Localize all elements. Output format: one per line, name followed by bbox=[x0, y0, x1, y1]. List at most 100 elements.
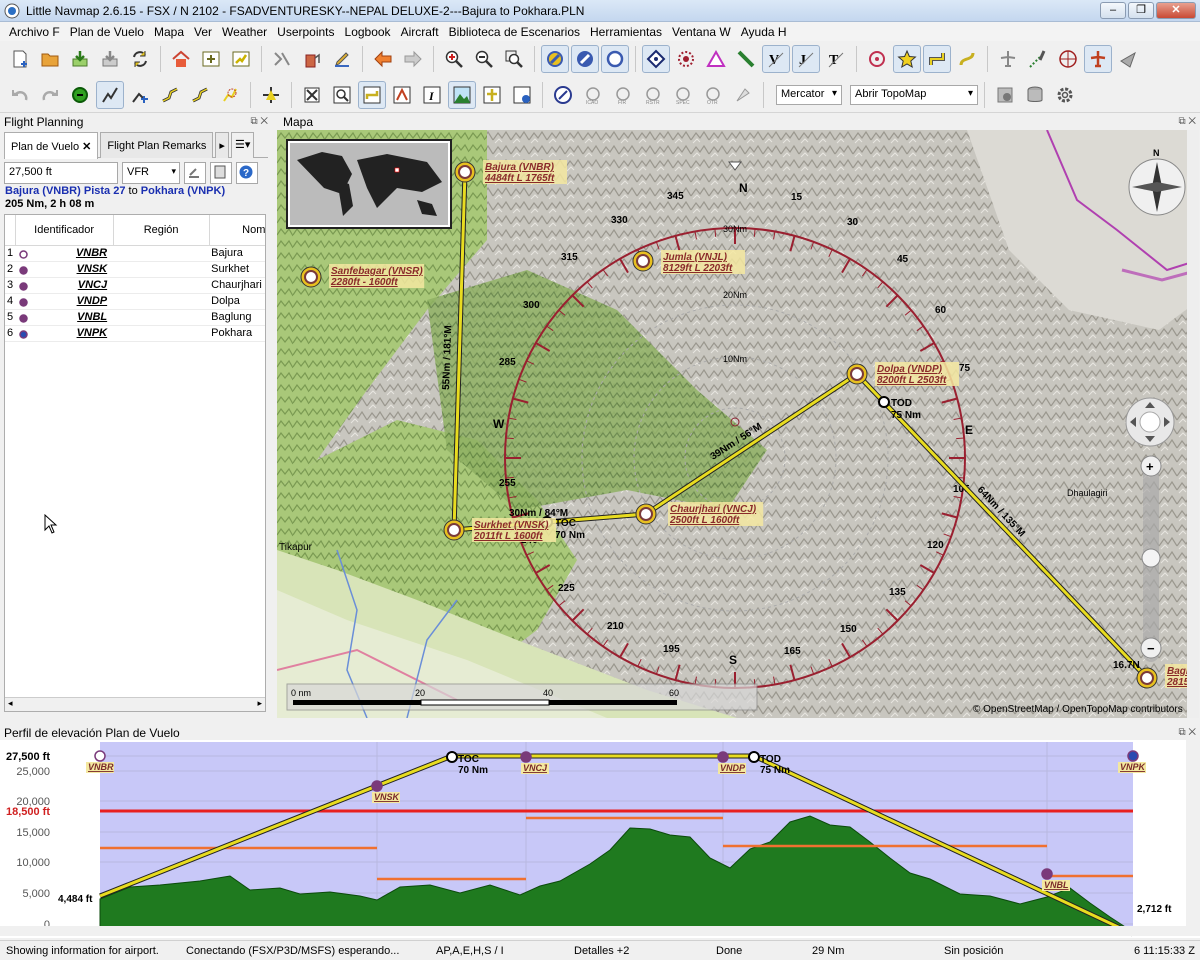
menu-plan-de-vuelo[interactable]: Plan de Vuelo bbox=[65, 25, 149, 39]
show-victor-airways-button[interactable]: V bbox=[762, 45, 790, 73]
flightplan-table[interactable]: Identificador Región Nomb 1 VNBR Bajura2… bbox=[4, 214, 266, 712]
add-alternate-button[interactable] bbox=[126, 81, 154, 109]
legend-button[interactable] bbox=[508, 81, 536, 109]
altitude-spinbox[interactable]: 27,500 ft bbox=[4, 162, 118, 184]
map-details-button[interactable] bbox=[991, 81, 1019, 109]
map-zoom-slider[interactable]: + − bbox=[1140, 455, 1162, 662]
calc-button[interactable] bbox=[210, 162, 232, 184]
show-ai-ships-button[interactable] bbox=[1114, 45, 1142, 73]
save-as-button[interactable] bbox=[96, 45, 124, 73]
column-header-identificador[interactable]: Identificador bbox=[15, 215, 114, 246]
flight-type-button[interactable] bbox=[184, 162, 206, 184]
redo-button[interactable] bbox=[36, 81, 64, 109]
fuel-button[interactable] bbox=[298, 45, 326, 73]
tab-plan-de-vuelo[interactable]: Plan de Vuelo ✕ bbox=[4, 132, 99, 159]
help-button[interactable]: ? bbox=[236, 162, 258, 184]
show-special-button[interactable]: SPEC bbox=[669, 81, 697, 109]
show-compass-rose-button[interactable] bbox=[1054, 45, 1082, 73]
map-canvas[interactable]: N E S W 15 30 45 60 75 105 120 135 150 1… bbox=[277, 130, 1199, 718]
show-waypoints-button[interactable] bbox=[702, 45, 730, 73]
vor-route-button[interactable] bbox=[186, 81, 214, 109]
open-button[interactable] bbox=[36, 45, 64, 73]
airway-route-button[interactable] bbox=[156, 81, 184, 109]
profile-canvas[interactable]: VNBR VNSK VNCJ VNDP VNBL VNPK TOC 70 Nm … bbox=[0, 740, 1200, 938]
show-ai-aircraft-button[interactable] bbox=[1084, 45, 1112, 73]
close-tab-icon[interactable]: ✕ bbox=[82, 141, 91, 153]
profile-button[interactable] bbox=[448, 80, 476, 109]
panel-float-close-icon[interactable]: ⧉ ✕ bbox=[250, 116, 268, 127]
show-ils-button[interactable] bbox=[732, 45, 760, 73]
table-row[interactable]: 3 VNCJ Chaurjhari bbox=[5, 277, 265, 294]
column-header-region[interactable]: Región bbox=[113, 215, 210, 246]
ndb-route-button[interactable] bbox=[216, 81, 244, 109]
show-airspaces-button[interactable] bbox=[863, 45, 891, 73]
tab-flight-plan-remarks[interactable]: Flight Plan Remarks bbox=[100, 132, 214, 158]
tab-scroll-arrow[interactable]: ▸ bbox=[215, 132, 229, 158]
overview-minimap[interactable] bbox=[286, 139, 452, 229]
tab-menu-button[interactable]: ☰▾ bbox=[230, 132, 255, 158]
airspace-settings-button[interactable] bbox=[729, 81, 757, 109]
elevation-profile[interactable]: VNBR VNSK VNCJ VNDP VNBL VNPK TOC 70 Nm … bbox=[0, 740, 1200, 938]
map-float-close-icon[interactable]: ⧉ ✕ bbox=[1178, 116, 1196, 127]
route-to[interactable]: Pokhara (VNPK) bbox=[141, 185, 225, 197]
add-waypoint-button[interactable] bbox=[197, 45, 225, 73]
close-button[interactable]: ✕ bbox=[1156, 2, 1196, 19]
flight-rules-select[interactable]: VFR ▾ bbox=[122, 162, 180, 184]
zoom-in-icon[interactable]: + bbox=[1146, 459, 1154, 474]
zoom-in-button[interactable] bbox=[440, 45, 468, 73]
calc-route-button[interactable] bbox=[66, 81, 94, 109]
table-row[interactable]: 4 VNDP Dolpa bbox=[5, 293, 265, 310]
info-button[interactable]: I bbox=[418, 81, 446, 109]
map-pan-control[interactable] bbox=[1125, 397, 1175, 447]
show-airports-button[interactable] bbox=[541, 45, 569, 73]
table-horizontal-scrollbar[interactable]: ◂ ▸ bbox=[5, 697, 265, 711]
profile-float-close-icon[interactable]: ⧉ ✕ bbox=[1178, 727, 1196, 738]
route-from[interactable]: Bajura (VNBR) bbox=[5, 185, 81, 197]
show-flightplan-button[interactable] bbox=[923, 45, 951, 73]
flight-plan-panel-button[interactable] bbox=[358, 80, 386, 109]
menu-mapa[interactable]: Mapa bbox=[149, 25, 189, 39]
route-button[interactable] bbox=[227, 45, 255, 73]
menu-userpoints[interactable]: Userpoints bbox=[272, 25, 339, 39]
settings-button[interactable] bbox=[1051, 81, 1079, 109]
back-button[interactable] bbox=[369, 45, 397, 73]
map-theme-select[interactable]: Abrir TopoMap bbox=[850, 84, 978, 105]
show-restricted-button[interactable]: RSTR bbox=[639, 81, 667, 109]
show-ndb-button[interactable] bbox=[672, 45, 700, 73]
menu-logbook[interactable]: Logbook bbox=[340, 25, 396, 39]
forward-button[interactable] bbox=[399, 45, 427, 73]
search-map-button[interactable] bbox=[328, 81, 356, 109]
table-row[interactable]: 5 VNBL Baglung bbox=[5, 309, 265, 326]
show-missed-button[interactable] bbox=[953, 45, 981, 73]
show-other-button[interactable]: OTR bbox=[699, 81, 727, 109]
show-fir-button[interactable]: FIR bbox=[609, 81, 637, 109]
show-vor-button[interactable] bbox=[642, 45, 670, 73]
new-flightplan-button[interactable] bbox=[6, 45, 34, 73]
table-row[interactable]: 1 VNBR Bajura bbox=[5, 245, 265, 262]
menu-aircraft[interactable]: Aircraft bbox=[396, 25, 444, 39]
maximize-button[interactable]: ❐ bbox=[1128, 2, 1154, 19]
menu-herramientas[interactable]: Herramientas bbox=[585, 25, 667, 39]
procedures-button[interactable] bbox=[268, 45, 296, 73]
home-button[interactable] bbox=[167, 45, 195, 73]
profile-vertical-scrollbar[interactable] bbox=[1186, 740, 1200, 936]
show-icao-button[interactable]: ICAO bbox=[579, 81, 607, 109]
menu-archivo[interactable]: Archivo F bbox=[4, 25, 65, 39]
center-button[interactable] bbox=[257, 81, 285, 109]
fullscreen-button[interactable] bbox=[298, 81, 326, 109]
menu-ventana[interactable]: Ventana W bbox=[667, 25, 736, 39]
column-header-nombre[interactable]: Nomb bbox=[209, 215, 265, 246]
table-row[interactable]: 2 VNSK Surkhet bbox=[5, 261, 265, 278]
aircraft-panel-button[interactable] bbox=[478, 81, 506, 109]
save-button[interactable] bbox=[66, 45, 94, 73]
database-button[interactable] bbox=[1021, 81, 1049, 109]
menu-biblioteca[interactable]: Biblioteca de Escenarios bbox=[444, 25, 585, 39]
procedure-search-button[interactable] bbox=[388, 81, 416, 109]
route-direct-button[interactable] bbox=[96, 80, 124, 109]
magnetic-north-button[interactable] bbox=[549, 81, 577, 109]
menu-ver[interactable]: Ver bbox=[189, 25, 217, 39]
profile-horizontal-scrollbar[interactable] bbox=[0, 926, 1186, 936]
menu-weather[interactable]: Weather bbox=[217, 25, 272, 39]
undo-button[interactable] bbox=[6, 81, 34, 109]
minimize-button[interactable]: – bbox=[1100, 2, 1126, 19]
